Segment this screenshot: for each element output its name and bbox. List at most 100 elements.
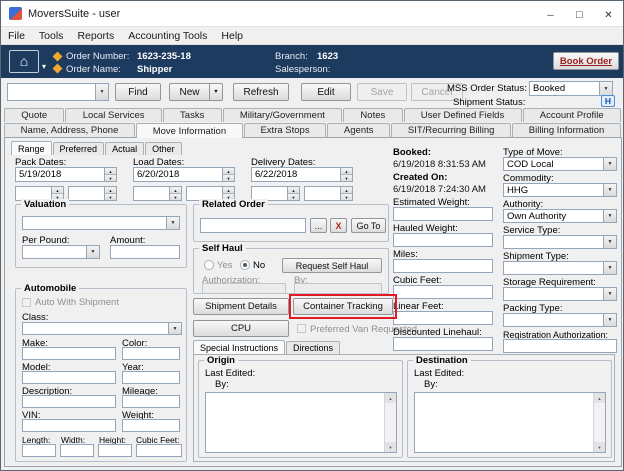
spin-down-button[interactable]	[223, 175, 234, 181]
valuation-select[interactable]	[22, 216, 180, 230]
tab-agents[interactable]: Agents	[327, 123, 390, 137]
commodity-select[interactable]: HHG	[503, 183, 617, 197]
subtab-actual[interactable]: Actual	[105, 142, 144, 155]
chevron-down-icon[interactable]	[42, 56, 46, 74]
spin-down-button[interactable]	[288, 194, 299, 200]
description-field[interactable]	[22, 395, 116, 408]
delivery-date-field[interactable]: 6/22/2018	[251, 167, 353, 182]
minimize-button[interactable]	[536, 1, 565, 26]
delivery-range-end-field[interactable]	[304, 186, 353, 201]
auto-cubic-feet-field[interactable]	[136, 444, 182, 457]
load-range-start-field[interactable]	[133, 186, 182, 201]
related-order-clear-button[interactable]: X	[330, 218, 347, 233]
linear-feet-field[interactable]	[393, 311, 493, 325]
spin-down-button[interactable]	[105, 175, 116, 181]
spin-up-button[interactable]	[288, 187, 299, 194]
vin-field[interactable]	[22, 419, 116, 432]
storage-requirement-select[interactable]	[503, 287, 617, 301]
tab-name-address-phone[interactable]: Name, Address, Phone	[4, 123, 135, 137]
destination-instructions-textarea[interactable]	[414, 392, 606, 453]
cubic-feet-field[interactable]	[393, 285, 493, 299]
menu-help[interactable]: Help	[214, 30, 250, 42]
tab-billing-information[interactable]: Billing Information	[512, 123, 621, 137]
authority-select[interactable]: Own Authority	[503, 209, 617, 223]
menu-reports[interactable]: Reports	[70, 30, 121, 42]
order-search-select[interactable]	[7, 83, 109, 101]
scroll-down-button[interactable]	[385, 442, 396, 452]
scroll-up-button[interactable]	[385, 393, 396, 403]
shipment-status-h-button[interactable]: H	[601, 95, 615, 107]
go-to-button[interactable]: Go To	[351, 218, 386, 233]
scrollbar[interactable]	[384, 393, 396, 452]
mileage-field[interactable]	[122, 395, 180, 408]
scrollbar[interactable]	[593, 393, 605, 452]
spin-up-button[interactable]	[105, 168, 116, 175]
tab-sit-recurring-billing[interactable]: SIT/Recurring Billing	[391, 123, 511, 137]
menu-file[interactable]: File	[1, 30, 32, 42]
tab-move-information[interactable]: Move Information	[136, 123, 243, 138]
packing-type-select[interactable]	[503, 313, 617, 327]
discounted-linehaul-field[interactable]	[393, 337, 493, 351]
amount-field[interactable]	[110, 245, 180, 259]
spin-up-button[interactable]	[223, 168, 234, 175]
spin-down-button[interactable]	[170, 194, 181, 200]
menu-tools[interactable]: Tools	[32, 30, 71, 42]
related-order-browse-button[interactable]: ...	[310, 218, 327, 233]
request-self-haul-button[interactable]: Request Self Haul	[282, 258, 382, 273]
titlebar[interactable]: MoversSuite - user	[1, 1, 623, 27]
scroll-down-button[interactable]	[594, 442, 605, 452]
spin-up-button[interactable]	[341, 187, 352, 194]
tab-special-instructions[interactable]: Special Instructions	[193, 340, 285, 354]
maximize-button[interactable]	[565, 1, 594, 26]
subtab-preferred[interactable]: Preferred	[53, 142, 105, 155]
shipment-details-button[interactable]: Shipment Details	[193, 298, 289, 315]
scroll-up-button[interactable]	[594, 393, 605, 403]
edit-button[interactable]: Edit	[301, 83, 351, 101]
tab-account-profile[interactable]: Account Profile	[523, 108, 621, 122]
type-of-move-select[interactable]: COD Local	[503, 157, 617, 171]
refresh-button[interactable]: Refresh	[233, 83, 289, 101]
close-button[interactable]	[594, 1, 623, 26]
tab-quote[interactable]: Quote	[4, 108, 64, 122]
height-field[interactable]	[98, 444, 132, 457]
length-field[interactable]	[22, 444, 56, 457]
registration-authorization-field[interactable]	[503, 339, 617, 353]
auto-weight-field[interactable]	[122, 419, 180, 432]
spin-up-button[interactable]	[170, 187, 181, 194]
miles-field[interactable]	[393, 259, 493, 273]
estimated-weight-field[interactable]	[393, 207, 493, 221]
tab-extra-stops[interactable]: Extra Stops	[244, 123, 326, 137]
container-tracking-button[interactable]: Container Tracking	[293, 298, 393, 315]
pack-range-end-field[interactable]	[68, 186, 117, 201]
shipment-type-select[interactable]	[503, 261, 617, 275]
book-order-button[interactable]: Book Order	[553, 52, 619, 70]
cpu-button[interactable]: CPU	[193, 320, 289, 337]
tab-directions[interactable]: Directions	[286, 341, 340, 354]
spin-down-button[interactable]	[341, 194, 352, 200]
find-button[interactable]: Find	[115, 83, 161, 101]
menu-accounting-tools[interactable]: Accounting Tools	[121, 30, 214, 42]
mss-order-status-select[interactable]: Booked	[529, 81, 613, 96]
origin-instructions-textarea[interactable]	[205, 392, 397, 453]
home-button[interactable]	[9, 50, 39, 73]
spin-up-button[interactable]	[52, 187, 63, 194]
new-button[interactable]: New	[169, 83, 223, 101]
year-field[interactable]	[122, 371, 180, 384]
tab-military-government[interactable]: Military/Government	[223, 108, 343, 122]
spin-up-button[interactable]	[223, 187, 234, 194]
tab-user-defined-fields[interactable]: User Defined Fields	[404, 108, 522, 122]
tab-notes[interactable]: Notes	[343, 108, 402, 122]
make-field[interactable]	[22, 347, 116, 360]
spin-up-button[interactable]	[105, 187, 116, 194]
model-field[interactable]	[22, 371, 116, 384]
pack-date-field[interactable]: 5/19/2018	[15, 167, 117, 182]
color-field[interactable]	[122, 347, 180, 360]
spin-up-button[interactable]	[341, 168, 352, 175]
spin-down-button[interactable]	[105, 194, 116, 200]
subtab-range[interactable]: Range	[11, 141, 52, 155]
tab-tasks[interactable]: Tasks	[163, 108, 222, 122]
spin-down-button[interactable]	[341, 175, 352, 181]
tab-local-services[interactable]: Local Services	[65, 108, 161, 122]
new-dropdown-arrow-icon[interactable]	[209, 84, 222, 100]
load-date-field[interactable]: 6/20/2018	[133, 167, 235, 182]
